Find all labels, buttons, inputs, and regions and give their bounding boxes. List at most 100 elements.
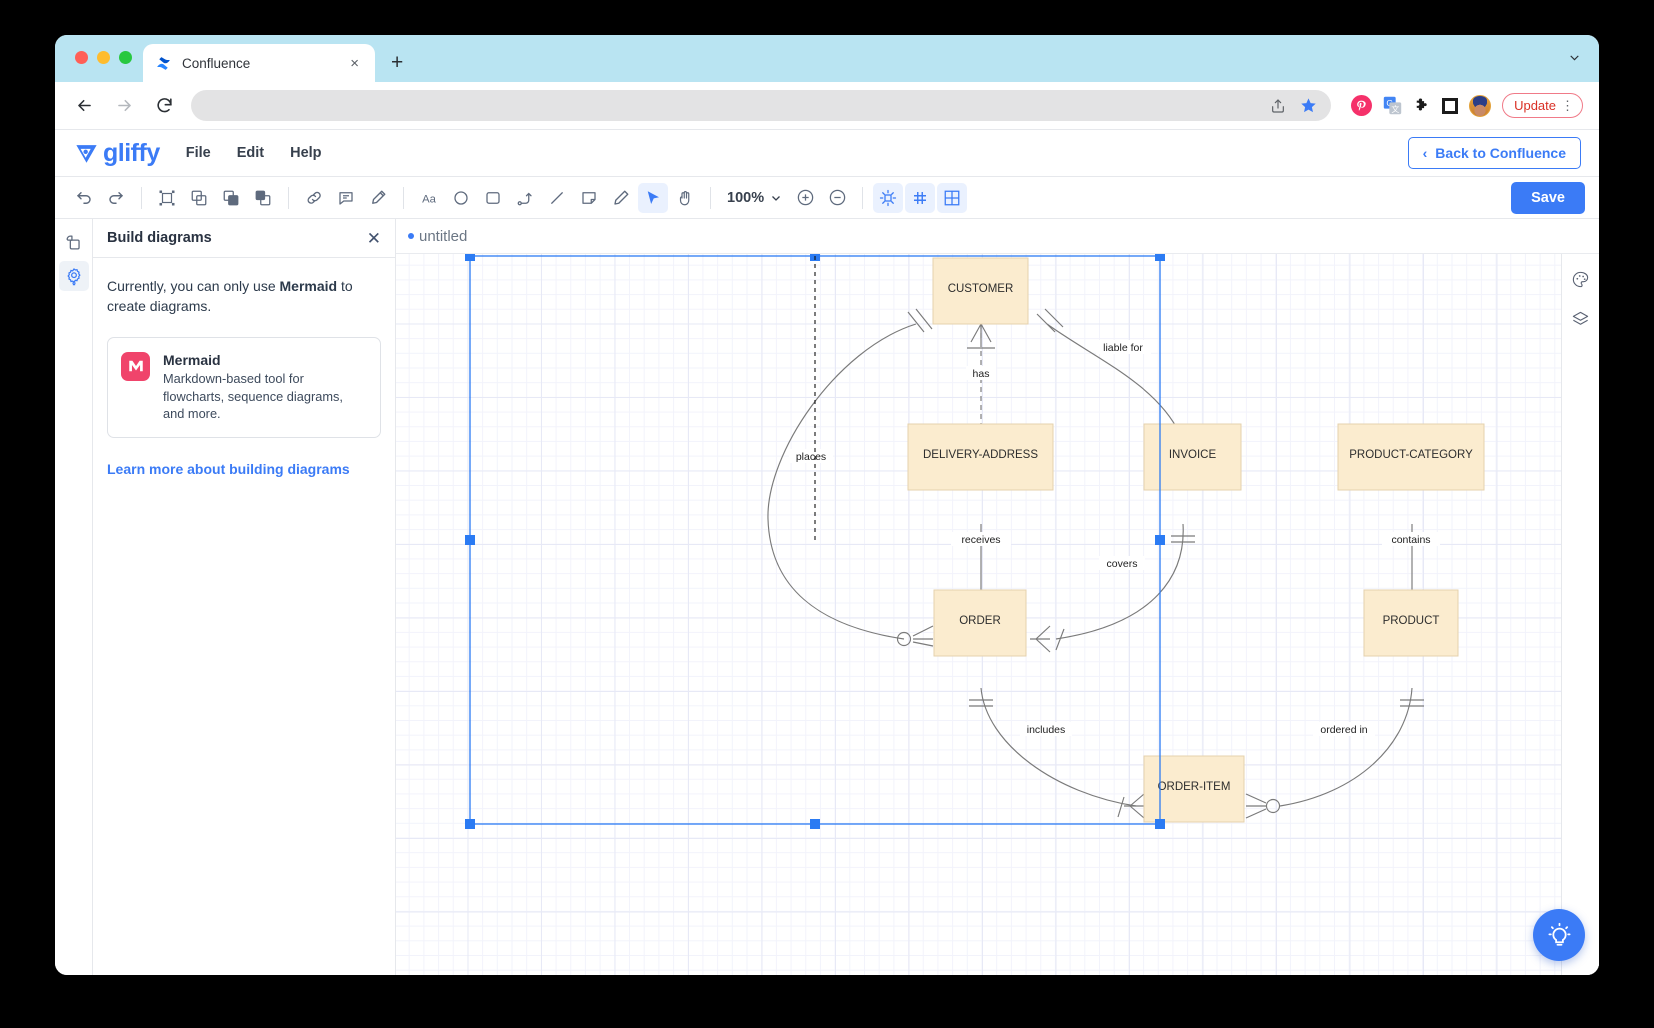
theme-palette-icon[interactable] bbox=[1566, 264, 1596, 294]
elbow-connector-icon[interactable] bbox=[510, 183, 540, 213]
learn-more-link[interactable]: Learn more about building diagrams bbox=[107, 461, 381, 477]
pointer-icon[interactable] bbox=[638, 183, 668, 213]
freehand-pencil-icon[interactable] bbox=[606, 183, 636, 213]
close-window-button[interactable] bbox=[75, 51, 88, 64]
forward-icon[interactable] bbox=[111, 93, 137, 119]
document-title[interactable]: untitled bbox=[419, 228, 467, 245]
right-icon-rail bbox=[1561, 254, 1599, 975]
selection-handle-w[interactable] bbox=[465, 535, 475, 545]
zoom-in-icon[interactable] bbox=[790, 183, 820, 213]
copy-icon[interactable] bbox=[184, 183, 214, 213]
back-icon[interactable] bbox=[71, 93, 97, 119]
zoom-level-selector[interactable]: 100% bbox=[721, 190, 788, 206]
sticky-note-icon[interactable] bbox=[574, 183, 604, 213]
show-grid-icon[interactable] bbox=[905, 183, 935, 213]
build-diagrams-panel: Build diagrams ✕ Currently, you can only… bbox=[93, 219, 396, 975]
hand-icon[interactable] bbox=[670, 183, 700, 213]
selection-overlay[interactable] bbox=[465, 254, 1165, 829]
chevron-down-icon[interactable] bbox=[1568, 51, 1581, 67]
build-diagrams-gear-icon[interactable] bbox=[59, 261, 89, 291]
google-translate-extension-icon[interactable]: G 文 bbox=[1383, 96, 1402, 115]
er-diagram[interactable]: .ent { fill:#fbeccf; stroke:#e5d2ae; str… bbox=[396, 254, 1560, 975]
browser-toolbar: G 文 Update ⋮ bbox=[55, 82, 1599, 129]
text-icon[interactable]: Aa bbox=[414, 183, 444, 213]
editor-toolbar: Aa 100% bbox=[55, 176, 1599, 218]
rectangle-icon[interactable] bbox=[478, 183, 508, 213]
extensions-puzzle-icon[interactable] bbox=[1413, 97, 1431, 115]
relationship-includes[interactable] bbox=[969, 688, 1144, 818]
close-icon[interactable]: × bbox=[346, 54, 363, 73]
undo-icon[interactable] bbox=[69, 183, 99, 213]
snap-to-shape-icon[interactable] bbox=[873, 183, 903, 213]
browser-menu-icon[interactable]: ⋮ bbox=[1561, 98, 1574, 114]
line-icon[interactable] bbox=[542, 183, 572, 213]
ellipse-icon[interactable] bbox=[446, 183, 476, 213]
canvas-area: untitled .ent { fill:#fbeccf; stroke:#e5… bbox=[396, 219, 1599, 975]
reload-icon[interactable] bbox=[151, 93, 177, 119]
selection-handle-nw[interactable] bbox=[465, 254, 475, 261]
link-icon[interactable] bbox=[299, 183, 329, 213]
page-breaks-icon[interactable] bbox=[937, 183, 967, 213]
browser-tab[interactable]: Confluence × bbox=[143, 44, 375, 82]
select-all-icon[interactable] bbox=[152, 183, 182, 213]
entity-label: CUSTOMER bbox=[948, 283, 1014, 295]
entity-order[interactable]: ORDER bbox=[934, 590, 1026, 656]
address-bar[interactable] bbox=[191, 90, 1331, 121]
comment-icon[interactable] bbox=[331, 183, 361, 213]
maximize-window-button[interactable] bbox=[119, 51, 132, 64]
entity-invoice[interactable]: INVOICE bbox=[1144, 424, 1241, 490]
browser-tab-title: Confluence bbox=[182, 56, 336, 71]
send-to-back-icon[interactable] bbox=[248, 183, 278, 213]
new-tab-button[interactable]: + bbox=[391, 52, 403, 73]
left-icon-rail bbox=[55, 219, 93, 975]
selection-handle-se[interactable] bbox=[1155, 819, 1165, 829]
window-traffic-lights bbox=[75, 51, 132, 64]
save-button[interactable]: Save bbox=[1511, 182, 1585, 214]
side-panel-icon[interactable] bbox=[1442, 98, 1458, 114]
mermaid-card-description: Markdown-based tool for flowcharts, sequ… bbox=[163, 370, 367, 424]
entity-order-item[interactable]: ORDER-ITEM bbox=[1144, 756, 1244, 822]
toolbar-divider bbox=[862, 187, 863, 209]
document-title-bar: untitled bbox=[396, 219, 1599, 254]
entity-product-category[interactable]: PRODUCT-CATEGORY bbox=[1338, 424, 1484, 490]
profile-avatar[interactable] bbox=[1469, 95, 1491, 117]
mermaid-card[interactable]: Mermaid Markdown-based tool for flowchar… bbox=[107, 337, 381, 439]
selection-handle-sw[interactable] bbox=[465, 819, 475, 829]
menu-file[interactable]: File bbox=[186, 145, 211, 161]
redo-icon[interactable] bbox=[101, 183, 131, 213]
entity-customer[interactable]: CUSTOMER bbox=[933, 258, 1028, 324]
minimize-window-button[interactable] bbox=[97, 51, 110, 64]
bookmark-star-icon[interactable] bbox=[1300, 97, 1317, 114]
panel-title: Build diagrams bbox=[107, 230, 367, 246]
share-icon[interactable] bbox=[1270, 98, 1286, 114]
zoom-out-icon[interactable] bbox=[822, 183, 852, 213]
help-lightbulb-button[interactable] bbox=[1533, 909, 1585, 961]
entity-delivery-address[interactable]: DELIVERY-ADDRESS bbox=[908, 424, 1053, 490]
extensions-area: G 文 Update ⋮ bbox=[1351, 93, 1583, 118]
browser-window: Confluence × + bbox=[55, 35, 1599, 975]
save-label: Save bbox=[1531, 190, 1565, 206]
relationship-ordered-in[interactable] bbox=[1246, 688, 1424, 818]
selection-handle-ne[interactable] bbox=[1155, 254, 1165, 261]
diagram-canvas[interactable]: .ent { fill:#fbeccf; stroke:#e5d2ae; str… bbox=[396, 254, 1599, 975]
update-button[interactable]: Update ⋮ bbox=[1502, 93, 1583, 118]
back-to-confluence-button[interactable]: ‹ Back to Confluence bbox=[1408, 137, 1581, 169]
close-icon[interactable]: ✕ bbox=[367, 230, 381, 247]
bring-to-front-icon[interactable] bbox=[216, 183, 246, 213]
selection-handle-s[interactable] bbox=[810, 819, 820, 829]
relationship-covers[interactable] bbox=[1030, 524, 1195, 652]
selection-handle-e[interactable] bbox=[1155, 535, 1165, 545]
back-to-confluence-label: Back to Confluence bbox=[1435, 145, 1566, 161]
entity-product[interactable]: PRODUCT bbox=[1364, 590, 1458, 656]
confluence-favicon bbox=[155, 55, 172, 72]
shapes-icon[interactable] bbox=[59, 227, 89, 257]
layers-icon[interactable] bbox=[1566, 304, 1596, 334]
svg-text:Aa: Aa bbox=[422, 193, 437, 205]
gliffy-mark-icon bbox=[73, 140, 100, 167]
menu-edit[interactable]: Edit bbox=[237, 145, 264, 161]
format-painter-icon[interactable] bbox=[363, 183, 393, 213]
panel-body: Currently, you can only use Mermaid to c… bbox=[93, 258, 395, 495]
gliffy-logo[interactable]: gliffy bbox=[73, 139, 160, 168]
pinterest-extension-icon[interactable] bbox=[1351, 95, 1372, 116]
menu-help[interactable]: Help bbox=[290, 145, 321, 161]
